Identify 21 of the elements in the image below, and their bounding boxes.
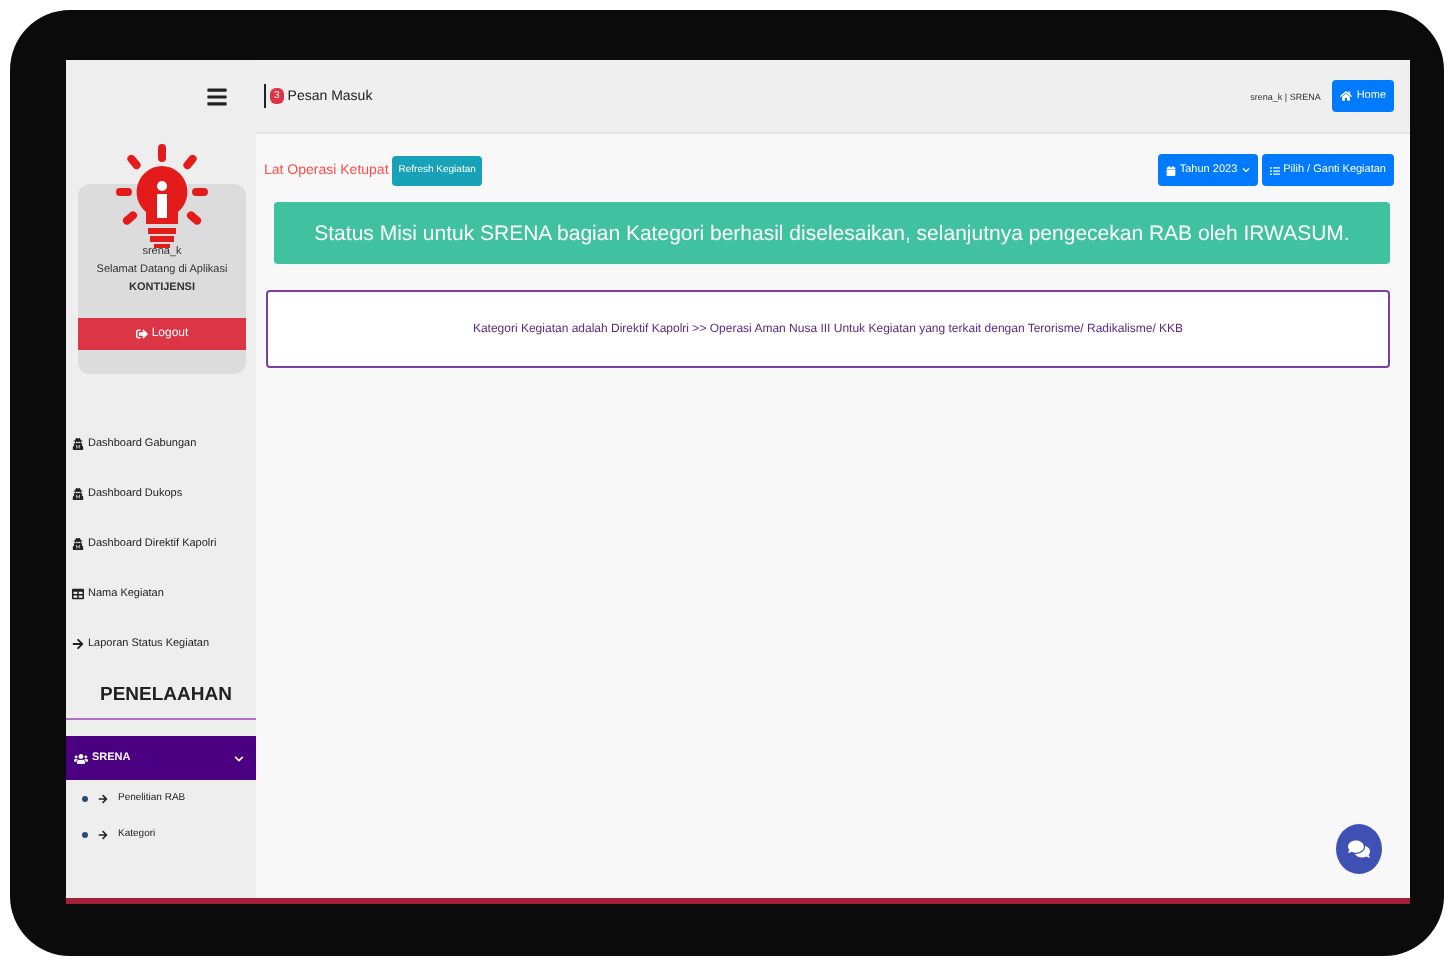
menu-icon[interactable] bbox=[206, 85, 228, 107]
users-icon bbox=[74, 751, 88, 765]
chat-button[interactable] bbox=[1336, 824, 1382, 874]
success-alert: Status Misi untuk SRENA bagian Kategori berhasil diselesaikan, selanjutnya pengecekan RAB oleh IRWASUM. bbox=[274, 202, 1390, 264]
logout-icon bbox=[135, 328, 148, 340]
calendar-icon bbox=[1165, 165, 1176, 175]
arrow-icon bbox=[98, 793, 108, 803]
chat-icon bbox=[1348, 838, 1370, 860]
lightbulb-logo bbox=[111, 144, 211, 248]
arrow-icon bbox=[98, 829, 108, 839]
home-icon bbox=[1340, 90, 1353, 102]
menu-item-icon bbox=[72, 487, 84, 499]
menu-item-icon bbox=[72, 587, 84, 599]
bullet-icon bbox=[82, 831, 88, 837]
menu-item-icon bbox=[72, 537, 84, 549]
bullet-icon bbox=[82, 795, 88, 801]
list-icon bbox=[1269, 165, 1280, 175]
menu-item-icon bbox=[72, 437, 84, 449]
menu-item-icon bbox=[72, 637, 84, 649]
caret-icon bbox=[1241, 166, 1250, 174]
section-heading: PENELAAHAN bbox=[98, 682, 234, 710]
